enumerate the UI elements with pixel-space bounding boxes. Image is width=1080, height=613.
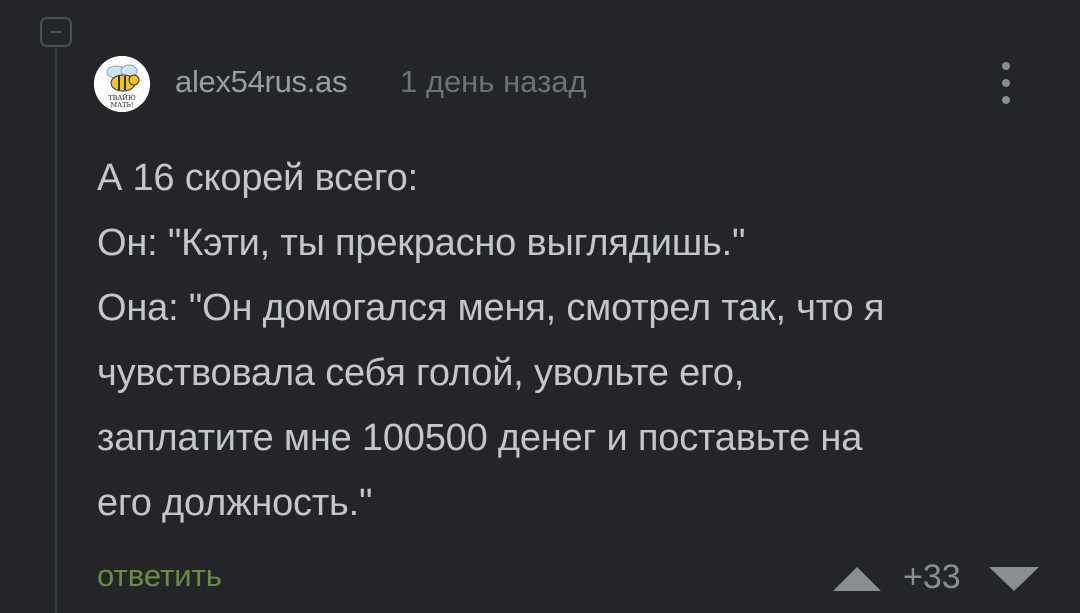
upvote-icon[interactable] [832,566,882,592]
vertical-dots-icon[interactable] [990,58,1024,110]
comment-line: Он: "Кэти, ты прекрасно выглядишь." [97,222,746,264]
downvote-icon[interactable] [988,566,1040,592]
comment-line: А 16 скорей всего: [97,157,418,199]
comment-timestamp[interactable]: 1 день назад [400,64,587,100]
comment-line: чувствовала себя голой, увольте его, [97,352,745,394]
comment-body: А 16 скорей всего: Он: "Кэти, ты прекрас… [97,146,1057,536]
comment-line: Она: "Он домогался меня, смотрел так, чт… [97,287,885,329]
avatar-bee-image: ТВАЙЮ МАТЬ! [94,56,150,112]
comment-line: его должность." [97,482,373,524]
thread-line[interactable] [55,47,57,613]
comment-score: +33 [903,558,961,596]
collapse-thread-icon[interactable] [40,17,72,47]
comment-line: заплатите мне 100500 денег и поставьте н… [97,417,863,459]
avatar-caption-bottom: МАТЬ! [111,101,134,109]
author-username[interactable]: alex54rus.as [175,64,347,100]
avatar[interactable]: ТВАЙЮ МАТЬ! [94,56,150,112]
reply-button[interactable]: ответить [97,558,222,594]
